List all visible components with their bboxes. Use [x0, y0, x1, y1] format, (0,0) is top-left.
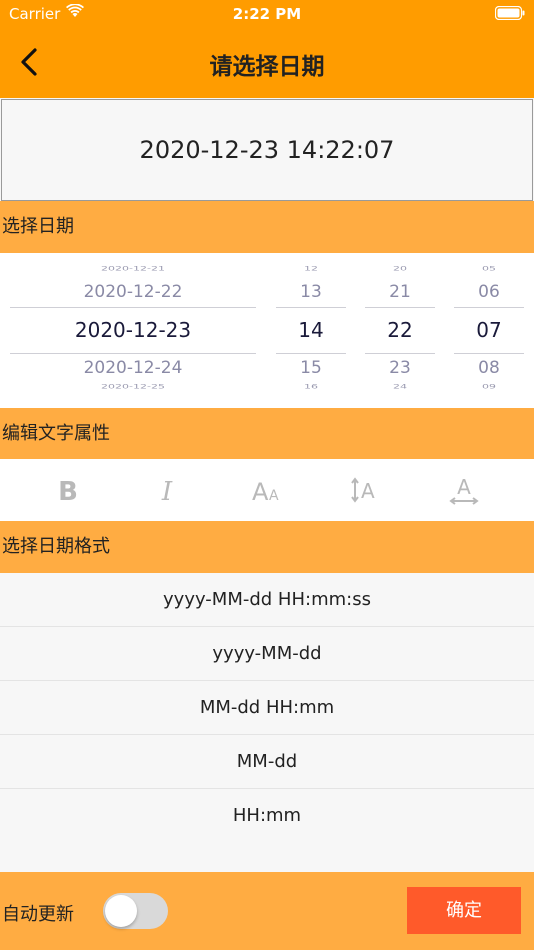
font-size-icon[interactable]: A A [246, 473, 286, 507]
picker-item-selected[interactable]: 22 [365, 318, 435, 342]
format-list: yyyy-MM-dd HH:mm:ss yyyy-MM-dd MM-dd HH:… [0, 573, 534, 872]
picker-item[interactable]: 05 [454, 265, 524, 272]
date-display: 2020-12-23 14:22:07 [1, 99, 533, 201]
section-header-format: 选择日期格式 [0, 521, 534, 573]
letter-spacing-icon[interactable]: A [444, 473, 484, 507]
format-option[interactable]: yyyy-MM-dd HH:mm:ss [0, 573, 534, 627]
picker-item[interactable]: 2020-12-22 [10, 282, 256, 302]
picker-divider [10, 307, 256, 308]
status-bar: Carrier 2:22 PM [0, 0, 534, 28]
picker-item[interactable]: 2020-12-25 [10, 383, 256, 390]
picker-item[interactable]: 13 [276, 282, 346, 302]
picker-divider [454, 353, 524, 354]
picker-item[interactable]: 09 [454, 383, 524, 390]
italic-icon[interactable]: I [147, 473, 187, 507]
format-option[interactable]: yyyy-MM-dd [0, 627, 534, 681]
picker-divider [276, 307, 346, 308]
date-display-value: 2020-12-23 14:22:07 [139, 136, 395, 164]
picker-divider [365, 307, 435, 308]
svg-text:A: A [361, 479, 375, 503]
picker-column-second[interactable]: 05 06 07 08 09 [454, 253, 524, 408]
section-header-date: 选择日期 [0, 201, 534, 253]
date-time-picker[interactable]: 2020-12-21 2020-12-22 2020-12-23 2020-12… [0, 253, 534, 408]
picker-item-selected[interactable]: 14 [276, 318, 346, 342]
picker-item[interactable]: 24 [365, 383, 435, 390]
picker-item[interactable]: 06 [454, 282, 524, 302]
picker-divider [365, 353, 435, 354]
picker-item[interactable]: 2020-12-24 [10, 358, 256, 378]
navigation-bar: Carrier 2:22 PM 请选择日期 [0, 0, 534, 98]
picker-item-selected[interactable]: 2020-12-23 [10, 318, 256, 342]
svg-text:A: A [252, 478, 269, 506]
picker-column-hour[interactable]: 12 13 14 15 16 [276, 253, 346, 408]
auto-update-toggle[interactable] [103, 893, 168, 929]
toggle-knob [105, 895, 137, 927]
picker-item[interactable]: 16 [276, 383, 346, 390]
picker-divider [454, 307, 524, 308]
battery-icon [495, 6, 525, 20]
line-height-icon[interactable]: A [345, 473, 385, 507]
auto-update-label: 自动更新 [2, 904, 74, 925]
picker-item[interactable]: 08 [454, 358, 524, 378]
footer-bar: 自动更新 确定 [0, 872, 534, 950]
format-option[interactable]: MM-dd [0, 735, 534, 789]
picker-item[interactable]: 20 [365, 265, 435, 272]
svg-text:A: A [457, 475, 471, 499]
picker-column-date[interactable]: 2020-12-21 2020-12-22 2020-12-23 2020-12… [10, 253, 256, 408]
svg-text:B: B [58, 477, 78, 507]
section-header-text-attrs: 编辑文字属性 [0, 408, 534, 459]
bold-icon[interactable]: B [48, 473, 88, 507]
picker-item[interactable]: 2020-12-21 [10, 265, 256, 272]
svg-text:A: A [269, 488, 279, 504]
picker-item[interactable]: 15 [276, 358, 346, 378]
picker-item[interactable]: 12 [276, 265, 346, 272]
status-time: 2:22 PM [232, 5, 302, 23]
picker-item-selected[interactable]: 07 [454, 318, 524, 342]
page-title: 请选择日期 [209, 54, 325, 80]
text-attributes-toolbar: B I A A A A [0, 459, 534, 521]
svg-text:I: I [161, 477, 173, 507]
picker-divider [276, 353, 346, 354]
picker-item[interactable]: 23 [365, 358, 435, 378]
format-option[interactable]: HH:mm [0, 789, 534, 843]
picker-column-minute[interactable]: 20 21 22 23 24 [365, 253, 435, 408]
format-option[interactable]: MM-dd HH:mm [0, 681, 534, 735]
confirm-button[interactable]: 确定 [407, 887, 521, 934]
picker-divider [10, 353, 256, 354]
picker-item[interactable]: 21 [365, 282, 435, 302]
